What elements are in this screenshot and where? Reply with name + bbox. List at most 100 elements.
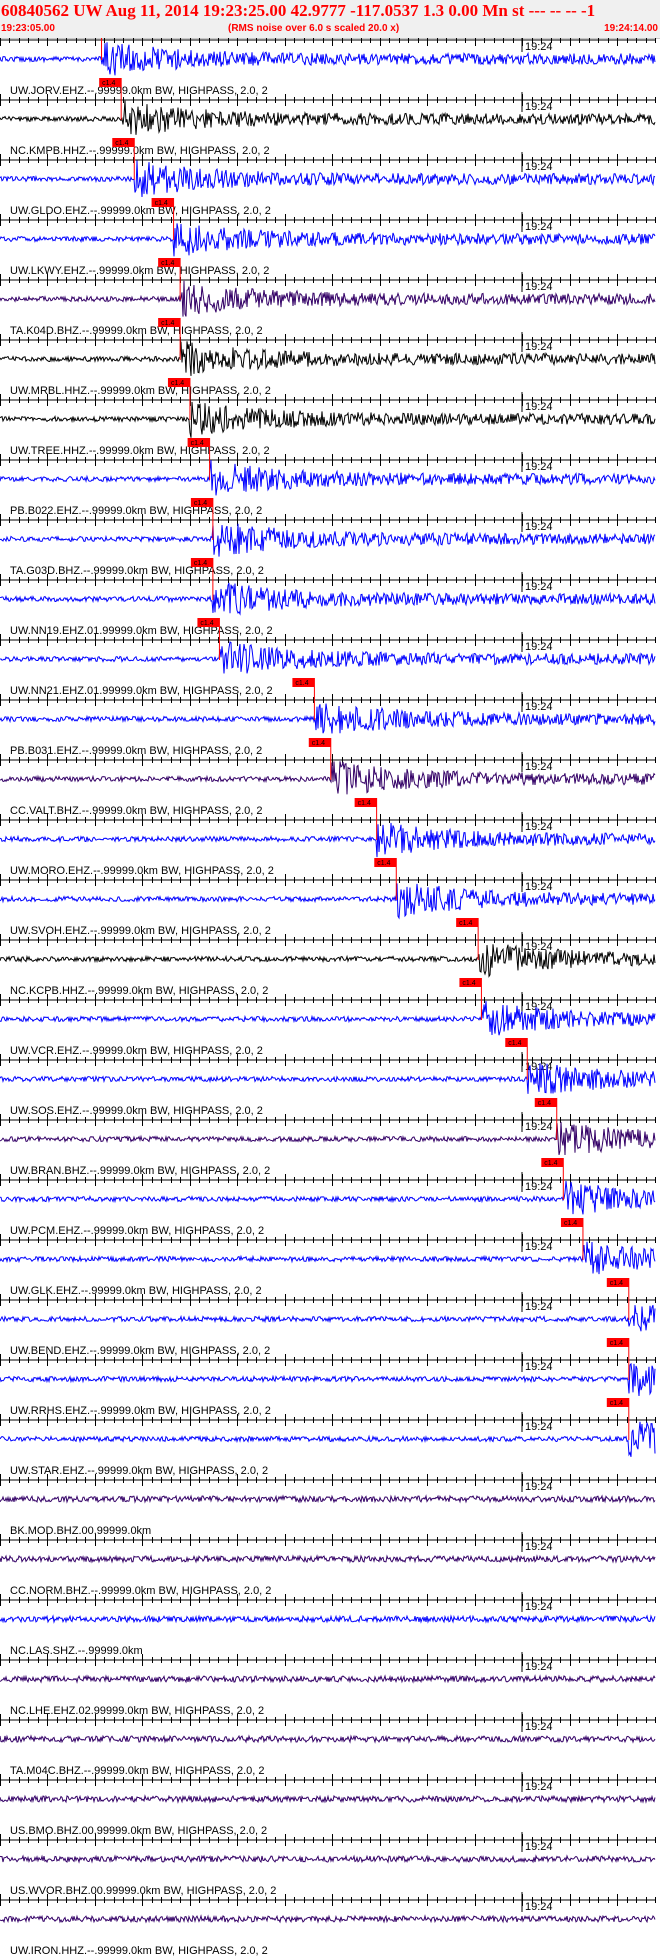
minute-tick-label: 19:24 xyxy=(525,461,553,473)
station-label: UW.LKWY.EHZ.--.99999.0km BW, HIGHPASS, 2… xyxy=(10,265,269,277)
waveform xyxy=(0,341,656,376)
waveform xyxy=(0,1181,656,1215)
waveform xyxy=(0,1305,656,1332)
minute-tick-label: 19:24 xyxy=(525,1421,553,1433)
waveform xyxy=(0,822,656,858)
waveform xyxy=(0,883,656,920)
waveform xyxy=(0,1554,656,1564)
waveform xyxy=(0,280,656,317)
pick-label: c1.4 xyxy=(102,80,115,87)
waveform xyxy=(0,160,656,198)
minute-tick-label: 19:24 xyxy=(525,221,553,233)
minute-tick-label: 19:24 xyxy=(525,821,553,833)
station-label: UW.MORO.EHZ.--.99999.0km BW, HIGHPASS, 2… xyxy=(10,865,274,877)
station-label: UW.RRHS.EHZ.--.99999.0km BW, HIGHPASS, 2… xyxy=(10,1405,271,1417)
station-label: CC.NORM.BHZ.--.99999.0km BW, HIGHPASS, 2… xyxy=(10,1585,271,1597)
minute-tick-label: 19:24 xyxy=(525,1181,553,1193)
start-time: 19:23:05.00 xyxy=(1,23,55,34)
waveform xyxy=(0,1001,656,1036)
pick-label: c1.4 xyxy=(194,500,207,507)
waveform xyxy=(0,1421,656,1458)
trace-row: 19:24 CC.NORM.BHZ.--.99999.0km BW, HIGHPA… xyxy=(0,1532,656,1597)
pick-label: c1.4 xyxy=(358,800,371,807)
pick-label: c1.4 xyxy=(377,860,390,867)
minute-tick-label: 19:24 xyxy=(525,1241,553,1253)
station-label: NC.KCPB.HHZ.--.99999.0km BW, HIGHPASS, 2… xyxy=(10,985,268,997)
station-label: NC.LAS.SHZ.--.99999.0km xyxy=(10,1645,143,1657)
event-title: 60840562 UW Aug 11, 2014 19:23:25.00 42.… xyxy=(1,1,596,20)
minute-tick-label: 19:24 xyxy=(525,161,553,173)
minute-tick-label: 19:24 xyxy=(525,581,553,593)
station-label: UW.NN19.EHZ.01.99999.0km BW, HIGHPASS, 2… xyxy=(10,625,273,637)
station-label: UW.BEND.EHZ.--.99999.0km BW, HIGHPASS, 2… xyxy=(10,1345,270,1357)
pick-label: c1.4 xyxy=(191,440,204,447)
pick-label: c1.4 xyxy=(544,1160,557,1167)
minute-tick-label: 19:24 xyxy=(525,1901,553,1913)
pick-label: c1.4 xyxy=(295,680,308,687)
header-bar: 60840562 UW Aug 11, 2014 19:23:25.00 42.… xyxy=(0,0,660,39)
minute-tick-label: 19:24 xyxy=(525,761,553,773)
minute-tick-label: 19:24 xyxy=(525,701,553,713)
waveform xyxy=(0,1614,656,1624)
minute-tick-label: 19:24 xyxy=(525,1661,553,1673)
waveform xyxy=(0,1854,656,1864)
seismogram-panel: 19:24c1.4UW.JORV.EHZ.--.99999.0km BW, HI… xyxy=(0,38,656,1957)
pick-label: c1.4 xyxy=(508,1040,521,1047)
minute-tick-label: 19:24 xyxy=(525,1721,553,1733)
pick-label: c1.4 xyxy=(610,1340,623,1347)
waveform xyxy=(0,1241,656,1275)
pick-label: c1.4 xyxy=(155,200,168,207)
station-label: US.BMO.BHZ.00.99999.0km BW, HIGHPASS, 2.… xyxy=(10,1825,267,1837)
station-label: TA.G03D.BHZ.--.99999.0km BW, HIGHPASS, 2… xyxy=(10,565,264,577)
waveform xyxy=(0,100,656,135)
pick-label: c1.4 xyxy=(462,980,475,987)
noise-note: (RMS noise over 6.0 s scaled 20.0 x) xyxy=(228,23,400,34)
waveform xyxy=(0,761,656,795)
station-label: UW.NN21.EHZ.01.99999.0km BW, HIGHPASS, 2… xyxy=(10,685,273,697)
minute-tick-label: 19:24 xyxy=(525,641,553,653)
trace-row: 19:24 US.BMO.BHZ.00.99999.0km BW, HIGHPAS… xyxy=(0,1772,656,1837)
waveform xyxy=(0,523,656,557)
trace-row: 19:24 BK.MOD.BHZ.00.99999.0km xyxy=(0,1472,656,1537)
pick-label: c1.4 xyxy=(115,140,128,147)
minute-tick-label: 19:24 xyxy=(525,1541,553,1553)
station-label: UW.GLDO.EHZ.--.99999.0km BW, HIGHPASS, 2… xyxy=(10,205,271,217)
waveform xyxy=(0,1734,656,1744)
trace-row: 19:24 c1.4UW.JORV.EHZ.--.99999.0km BW, HI… xyxy=(0,38,656,97)
station-label: TA.M04C.BHZ.--.99999.0km BW, HIGHPASS, 2… xyxy=(10,1765,265,1777)
station-label: NC.LHE.EHZ.02.99999.0km BW, HIGHPASS, 2.… xyxy=(10,1705,264,1717)
waveform xyxy=(0,1362,656,1397)
minute-tick-label: 19:24 xyxy=(525,1121,553,1133)
waveform xyxy=(0,42,656,76)
minute-tick-label: 19:24 xyxy=(525,1781,553,1793)
station-label: UW.STAR.EHZ.--.99999.0km BW, HIGHPASS, 2… xyxy=(10,1465,268,1477)
waveform xyxy=(0,641,656,674)
station-label: UW.SVOH.EHZ.--.99999.0km BW, HIGHPASS, 2… xyxy=(10,925,271,937)
trace-row: 19:24 NC.LHE.EHZ.02.99999.0km BW, HIGHPAS… xyxy=(0,1652,656,1717)
waveform xyxy=(0,1914,656,1924)
station-label: BK.MOD.BHZ.00.99999.0km xyxy=(10,1525,151,1537)
minute-tick-label: 19:24 xyxy=(525,281,553,293)
waveform xyxy=(0,1494,656,1504)
minute-tick-label: 19:24 xyxy=(525,521,553,533)
pick-label: c1.4 xyxy=(459,920,472,927)
axis-ticks xyxy=(0,38,656,46)
waveform xyxy=(0,703,656,734)
waveform xyxy=(0,1063,656,1094)
minute-tick-label: 19:24 xyxy=(525,101,553,113)
minute-tick-label: 19:24 xyxy=(525,1601,553,1613)
station-label: UW.BRAN.BHZ.--.99999.0km BW, HIGHPASS, 2… xyxy=(10,1165,270,1177)
station-label: NC.KMPB.HHZ.--.99999.0km BW, HIGHPASS, 2… xyxy=(10,145,270,157)
pick-label: c1.4 xyxy=(200,620,213,627)
waveform xyxy=(0,401,656,438)
minute-tick-label: 19:24 xyxy=(525,401,553,413)
waveform xyxy=(0,223,656,257)
station-label: UW.MRBL.HHZ.--.99999.0km BW, HIGHPASS, 2… xyxy=(10,385,271,397)
trace-row: 19:24 US.WVOR.BHZ.00.99999.0km BW, HIGHPA… xyxy=(0,1832,656,1897)
waveform xyxy=(0,582,656,616)
pick-label: c1.4 xyxy=(194,560,207,567)
station-label: US.WVOR.BHZ.00.99999.0km BW, HIGHPASS, 2… xyxy=(10,1885,276,1897)
trace-row: 19:24 NC.LAS.SHZ.--.99999.0km xyxy=(0,1592,656,1657)
minute-tick-label: 19:24 xyxy=(525,1841,553,1853)
minute-tick-label: 19:24 xyxy=(525,1301,553,1313)
